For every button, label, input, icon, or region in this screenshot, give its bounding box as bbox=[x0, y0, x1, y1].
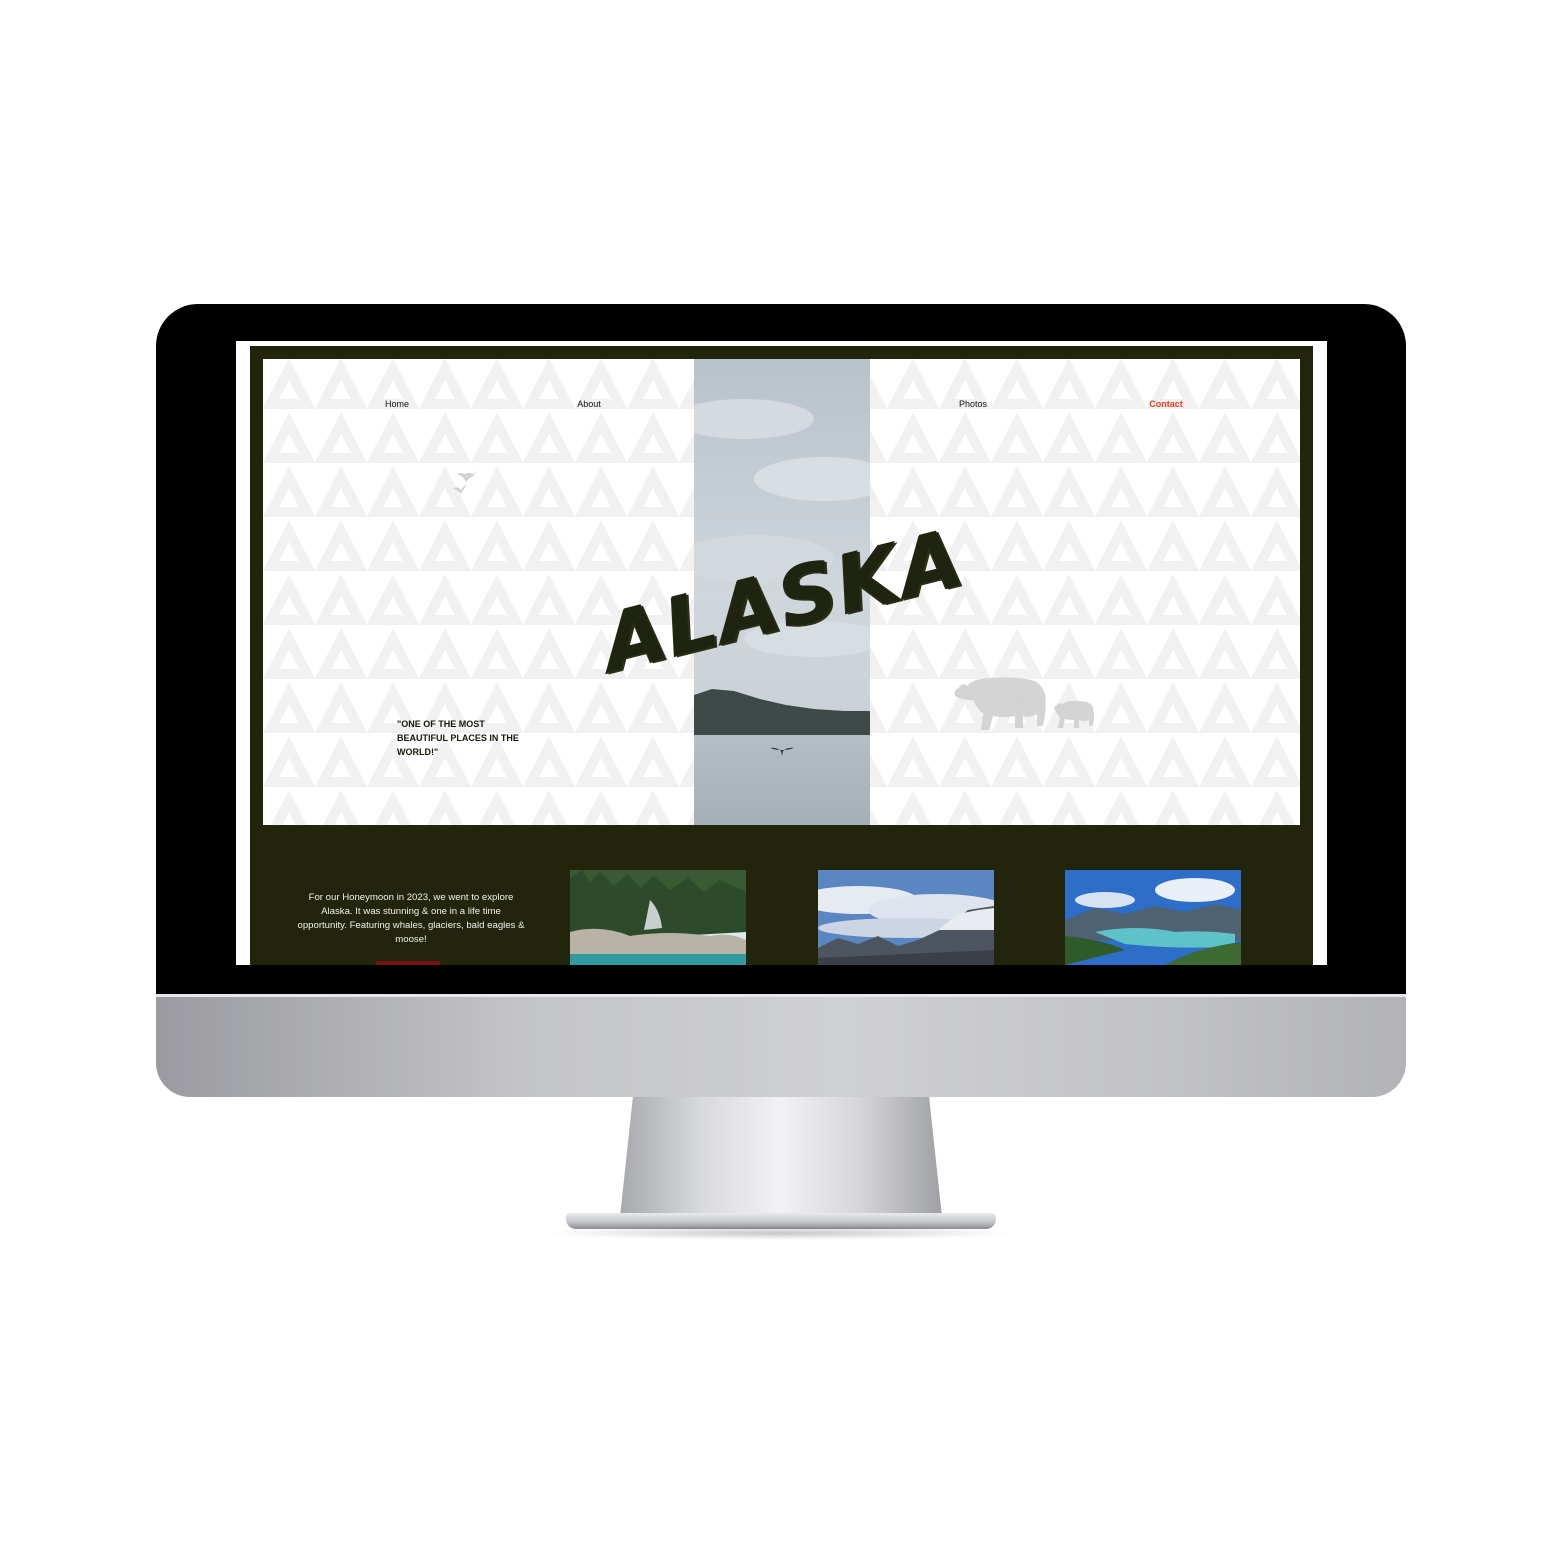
gallery-photo-1[interactable] bbox=[570, 870, 746, 965]
nav-contact[interactable]: Contact bbox=[1149, 399, 1183, 409]
hero-section: Home About Photos Contact ALASKA "ONE OF… bbox=[263, 359, 1300, 825]
eagle-icon bbox=[453, 466, 481, 494]
about-text: For our Honeymoon in 2023, we went to ex… bbox=[297, 892, 525, 945]
cta-button[interactable] bbox=[376, 961, 440, 965]
gallery-photo-3[interactable] bbox=[1065, 870, 1241, 965]
nav-home[interactable]: Home bbox=[385, 399, 409, 409]
gallery-photo-2[interactable] bbox=[818, 870, 994, 965]
whale-tail-icon bbox=[770, 747, 794, 756]
hero-quote: "ONE OF THE MOST BEAUTIFUL PLACES IN THE… bbox=[397, 719, 519, 757]
stand-shadow bbox=[540, 1226, 1020, 1240]
nav-about[interactable]: About bbox=[577, 399, 601, 409]
bear-icon bbox=[954, 677, 1094, 730]
monitor-chin bbox=[156, 994, 1406, 1097]
monitor-stand bbox=[620, 1097, 942, 1217]
website-screen: Home About Photos Contact ALASKA "ONE OF… bbox=[236, 341, 1327, 965]
bear-cub-icon bbox=[1054, 700, 1094, 728]
nav-photos[interactable]: Photos bbox=[959, 399, 987, 409]
